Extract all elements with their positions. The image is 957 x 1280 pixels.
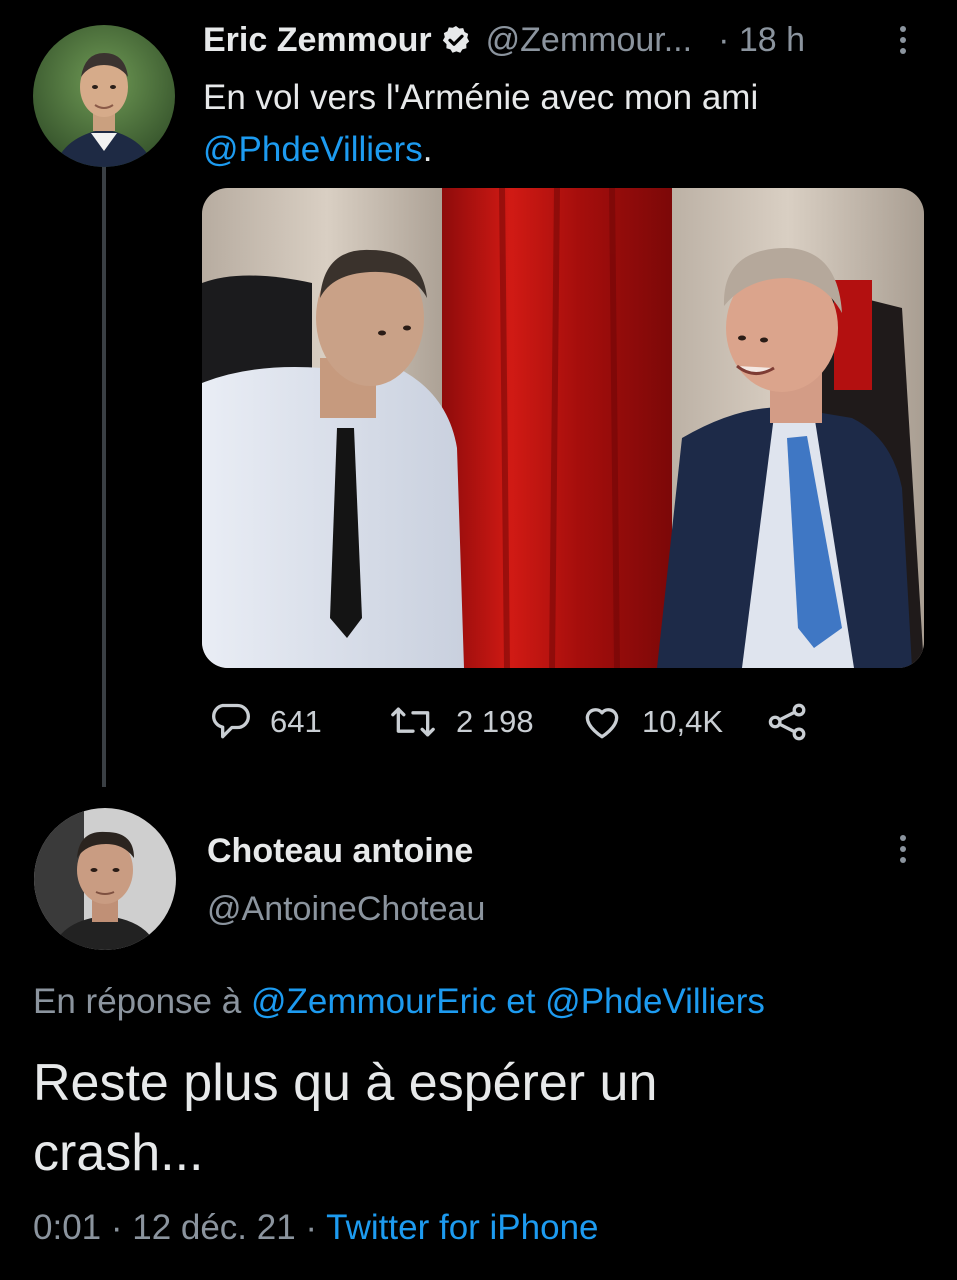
more-options-icon[interactable] xyxy=(899,835,907,868)
tweet-time[interactable]: · 18 h xyxy=(718,21,805,60)
author-name[interactable]: Eric Zemmour xyxy=(203,21,432,60)
retweet-icon xyxy=(391,707,435,737)
reply-button[interactable]: 641 xyxy=(208,692,322,752)
author-avatar[interactable] xyxy=(33,25,175,167)
verified-badge-icon xyxy=(440,24,472,56)
tweet-text: En vol vers l'Arménie avec mon ami xyxy=(203,78,759,117)
reply-to-user-1[interactable]: @ZemmourEric xyxy=(251,982,497,1021)
reply-timestamp[interactable]: 0:01 · 12 déc. 21 · xyxy=(33,1208,317,1247)
reply-count: 641 xyxy=(270,704,322,739)
retweet-count: 2 198 xyxy=(456,704,534,739)
like-button[interactable]: 10,4K xyxy=(580,692,723,752)
retweet-button[interactable]: 2 198 xyxy=(388,692,534,752)
share-icon xyxy=(768,703,806,741)
reply-source[interactable]: Twitter for iPhone xyxy=(326,1208,598,1247)
author-handle[interactable]: @Zemmour... xyxy=(486,21,692,60)
heart-icon xyxy=(585,708,619,739)
reply-to-prefix: En réponse à xyxy=(33,982,242,1021)
reply-to-and: et xyxy=(506,982,536,1021)
reply-to-user-2[interactable]: @PhdeVilliers xyxy=(545,982,765,1021)
share-button[interactable] xyxy=(766,692,828,752)
reply-text-line-2: crash... xyxy=(33,1124,204,1182)
tweet-photo[interactable] xyxy=(202,188,924,668)
mention-suffix: . xyxy=(422,130,433,169)
reply-text-line-1: Reste plus qu à espérer un xyxy=(33,1054,658,1112)
thread-connector-line xyxy=(102,165,106,787)
reply-author-avatar[interactable] xyxy=(34,808,176,950)
reply-author-name[interactable]: Choteau antoine xyxy=(207,832,473,871)
like-count: 10,4K xyxy=(642,704,724,739)
more-options-icon[interactable] xyxy=(899,26,907,59)
mention-link[interactable]: @PhdeVilliers xyxy=(203,130,423,169)
reply-icon xyxy=(212,703,250,739)
reply-author-handle[interactable]: @AntoineChoteau xyxy=(207,890,485,929)
reply-context: En réponse à @ZemmourEric et @PhdeVillie… xyxy=(33,982,765,1022)
